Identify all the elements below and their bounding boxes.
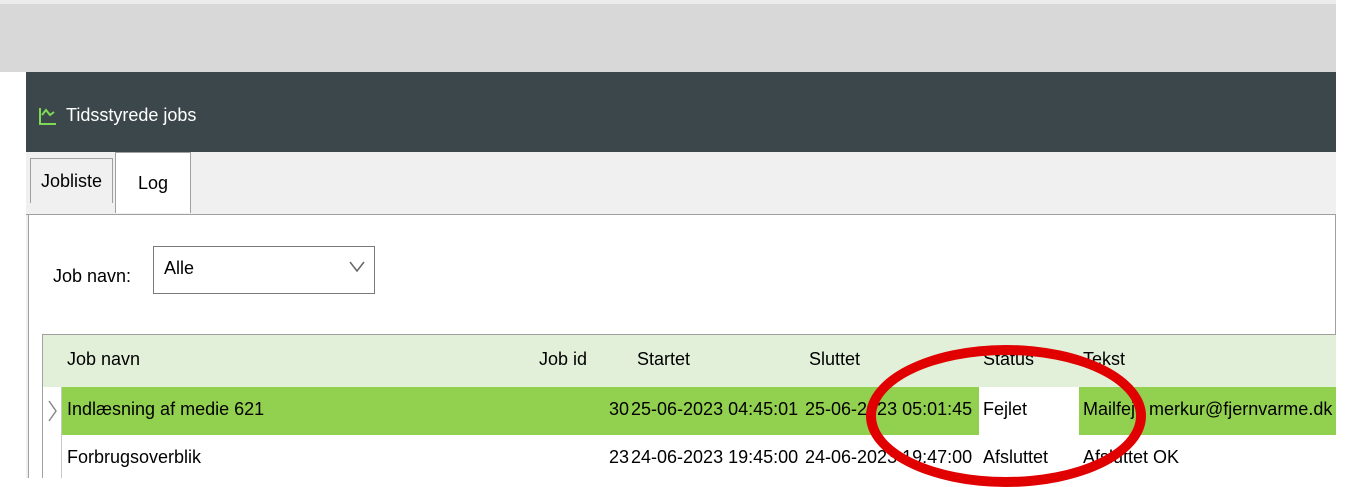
cell-tekst: Afsluttet OK	[1083, 447, 1180, 467]
tab-log[interactable]: Log	[115, 152, 191, 213]
cell-job-id: 30	[609, 399, 630, 419]
window-title: Tidsstyrede jobs	[66, 105, 197, 125]
job-name-dropdown[interactable]: Alle	[153, 246, 375, 294]
cell-sluttet: 24-06-2023 19:47:00	[805, 447, 973, 467]
desktop-background	[0, 0, 1351, 72]
tab-jobliste[interactable]: Jobliste	[30, 158, 114, 203]
page-right-margin	[1336, 0, 1351, 478]
column-header-tekst[interactable]: Tekst	[1083, 349, 1125, 370]
row-selector[interactable]	[43, 387, 62, 435]
cell-job-navn: Indlæsning af medie 621	[67, 399, 265, 419]
column-header-job-id[interactable]: Job id	[539, 349, 587, 370]
table-row[interactable]: Forbrugsoverblik 23 24-06-2023 19:45:00 …	[43, 435, 1336, 478]
grid-header-row: Job navn Job id Startet Sluttet Status T…	[43, 335, 1336, 387]
chevron-down-icon	[349, 261, 365, 273]
log-grid: Job navn Job id Startet Sluttet Status T…	[42, 334, 1336, 478]
cell-startet: 24-06-2023 19:45:00	[631, 447, 799, 467]
window-titlebar: Tidsstyrede jobs	[26, 72, 1336, 152]
jobs-window: Tidsstyrede jobs Jobliste Log Job navn: …	[26, 72, 1336, 478]
column-header-status[interactable]: Status	[983, 349, 1034, 370]
cell-status: Fejlet	[983, 399, 1028, 419]
cell-status: Afsluttet	[983, 447, 1049, 467]
row-selector[interactable]	[43, 435, 62, 478]
row-pointer-icon	[48, 400, 57, 422]
tab-strip	[26, 152, 1336, 215]
desktop-edge	[0, 0, 1351, 4]
job-name-dropdown-value: Alle	[164, 258, 195, 278]
job-name-filter-label: Job navn:	[53, 266, 132, 286]
cell-job-id: 23	[609, 447, 630, 467]
scheduled-jobs-icon	[39, 108, 56, 125]
cell-job-navn: Forbrugsoverblik	[67, 447, 202, 467]
cell-tekst: Mailfejl: merkur@fjernvarme.dk	[1083, 399, 1333, 419]
column-header-job-navn[interactable]: Job navn	[67, 349, 140, 370]
column-header-sluttet[interactable]: Sluttet	[809, 349, 860, 370]
cell-sluttet: 25-06-2023 05:01:45	[805, 399, 973, 419]
cell-startet: 25-06-2023 04:45:01	[631, 399, 799, 419]
table-row[interactable]: Indlæsning af medie 621 30 25-06-2023 04…	[43, 387, 1336, 435]
column-header-startet[interactable]: Startet	[637, 349, 690, 370]
